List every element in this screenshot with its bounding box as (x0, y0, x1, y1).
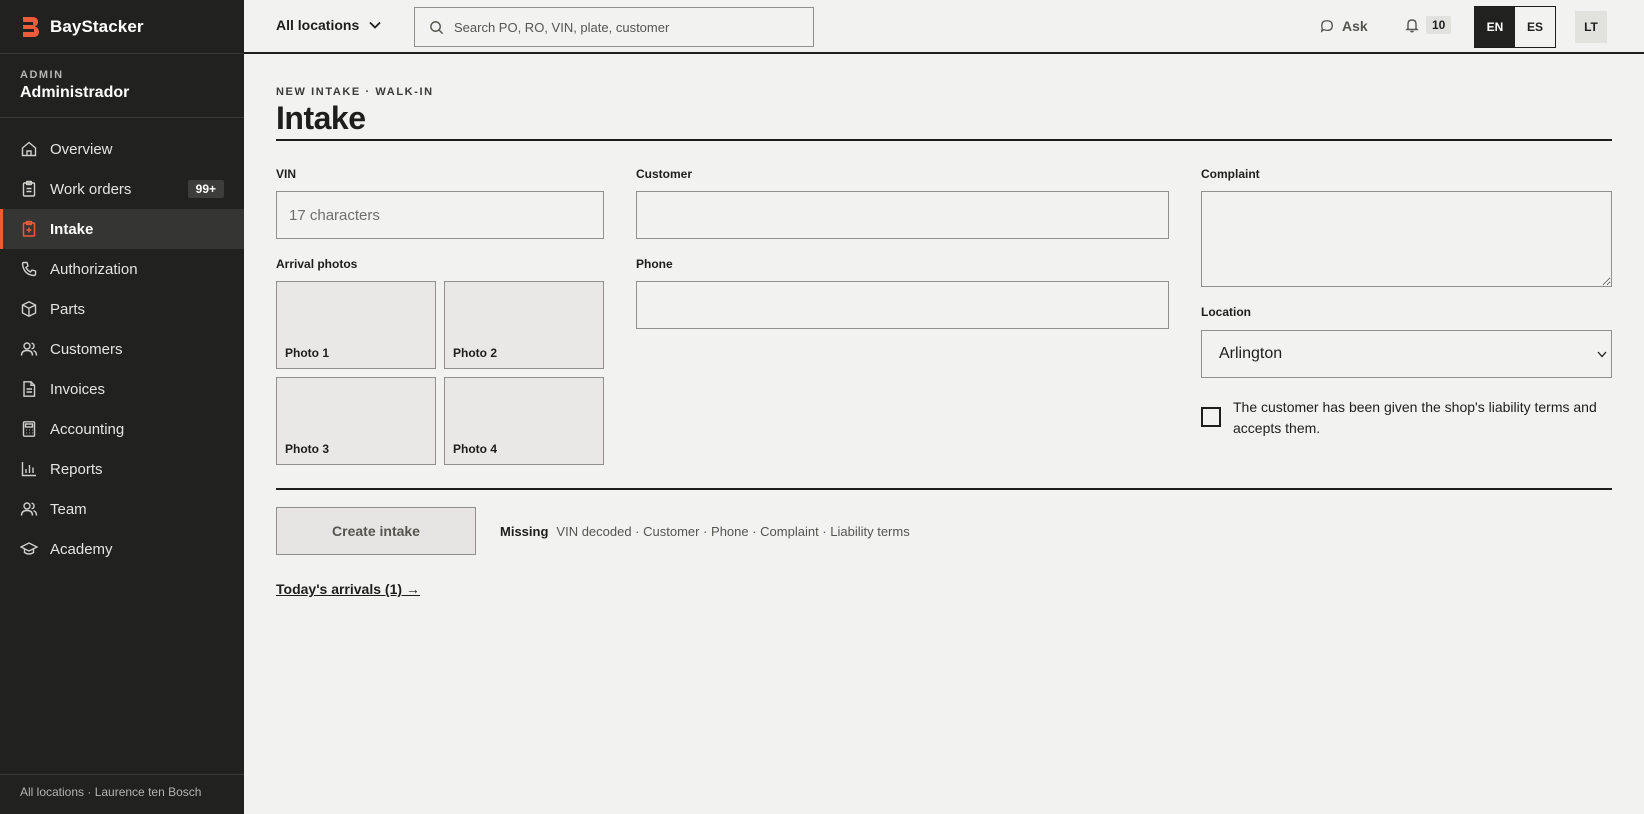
phone-input[interactable] (636, 281, 1169, 329)
ask-button[interactable]: Ask (1320, 18, 1368, 34)
sidebar-item-label: Reports (50, 460, 103, 478)
ask-label: Ask (1342, 18, 1368, 34)
sidebar-item-label: Overview (50, 140, 113, 158)
sidebar-item-accounting[interactable]: Accounting (0, 409, 244, 449)
customer-input[interactable] (636, 191, 1169, 239)
photo-slot-label: Photo 2 (453, 346, 497, 360)
brand[interactable]: BayStacker (0, 0, 244, 54)
search-icon (430, 20, 444, 34)
todays-arrivals-link[interactable]: Today's arrivals (1) → (276, 581, 420, 597)
location-selector[interactable]: All locations (276, 17, 381, 33)
chat-bubble-icon (1320, 20, 1333, 33)
calculator-icon (20, 420, 38, 438)
photo-slot-label: Photo 1 (285, 346, 329, 360)
language-es-button[interactable]: ES (1515, 7, 1555, 47)
sidebar-item-label: Team (50, 500, 87, 518)
sidebar-item-authorization[interactable]: Authorization (0, 249, 244, 289)
sidebar-item-customers[interactable]: Customers (0, 329, 244, 369)
bell-icon (1405, 19, 1419, 33)
sidebar-item-intake[interactable]: Intake (0, 209, 244, 249)
photo-slot-label: Photo 4 (453, 442, 497, 456)
vin-input[interactable] (276, 191, 604, 239)
bar-chart-icon (20, 460, 38, 478)
notifications-button[interactable]: 10 (1404, 16, 1452, 34)
sidebar-item-label: Work orders (50, 180, 132, 198)
role-label: ADMIN (20, 69, 64, 81)
location-select[interactable]: Arlington (1201, 330, 1612, 378)
phone-label: Phone (636, 257, 673, 271)
location-selector-label: All locations (276, 17, 360, 33)
complaint-textarea[interactable] (1201, 191, 1612, 287)
phone-icon (20, 260, 38, 278)
users-icon (20, 340, 38, 358)
customer-label: Customer (636, 167, 693, 181)
clipboard-plus-icon (20, 220, 38, 238)
page-title: Intake (276, 100, 366, 136)
sidebar-item-label: Parts (50, 300, 86, 318)
sidebar-item-label: Authorization (50, 260, 138, 278)
sidebar-item-academy[interactable]: Academy (0, 529, 244, 569)
sidebar-item-label: Intake (50, 220, 94, 238)
chevron-down-icon (1597, 351, 1607, 358)
role-name: Administrador (20, 84, 130, 101)
top-bar: All locations Ask 10 EN ES LT (244, 0, 1644, 54)
search-bar (414, 7, 814, 47)
chevron-down-icon (369, 21, 381, 29)
sidebar-item-label: Customers (50, 340, 123, 358)
sidebar-item-invoices[interactable]: Invoices (0, 369, 244, 409)
language-en-button[interactable]: EN (1475, 7, 1515, 47)
create-intake-button[interactable]: Create intake (276, 507, 476, 555)
liability-checkbox-label[interactable]: The customer has been given the shop's l… (1233, 397, 1603, 439)
sidebar-footer: All locations · Laurence ten Bosch (0, 774, 244, 814)
sidebar-item-overview[interactable]: Overview (0, 129, 244, 169)
box-icon (20, 300, 38, 318)
location-label: Location (1201, 305, 1251, 319)
complaint-label: Complaint (1201, 167, 1260, 181)
sidebar-item-label: Invoices (50, 380, 106, 398)
count-badge: 99+ (187, 180, 224, 198)
sidebar-nav: Overview Work orders 99+ Intake Authoriz… (0, 129, 244, 569)
sidebar-item-label: Accounting (50, 420, 125, 438)
photo-slot-2[interactable]: Photo 2 (444, 281, 604, 369)
baystacker-logo-icon (20, 16, 39, 37)
liability-checkbox[interactable] (1201, 407, 1221, 427)
sidebar-item-work-orders[interactable]: Work orders 99+ (0, 169, 244, 209)
photo-slot-1[interactable]: Photo 1 (276, 281, 436, 369)
role-block: ADMIN Administrador (20, 69, 129, 102)
title-divider (276, 139, 1612, 141)
photo-slot-4[interactable]: Photo 4 (444, 377, 604, 465)
sidebar-item-team[interactable]: Team (0, 489, 244, 529)
notification-count: 10 (1426, 16, 1452, 34)
section-divider (276, 488, 1612, 490)
sidebar: BayStacker ADMIN Administrador Overview … (0, 0, 244, 814)
sidebar-item-label: Academy (50, 540, 113, 558)
arrival-photos-label: Arrival photos (276, 257, 358, 271)
avatar[interactable]: LT (1575, 11, 1607, 43)
graduation-cap-icon (20, 540, 38, 558)
home-icon (20, 140, 38, 158)
missing-items: VIN decoded · Customer · Phone · Complai… (556, 524, 910, 539)
clipboard-icon (20, 180, 38, 198)
app-window: BayStacker ADMIN Administrador Overview … (0, 0, 1644, 814)
vin-label: VIN (276, 167, 297, 181)
photo-slot-3[interactable]: Photo 3 (276, 377, 436, 465)
brand-name: BayStacker (50, 16, 144, 36)
sidebar-item-parts[interactable]: Parts (0, 289, 244, 329)
users-icon (20, 500, 38, 518)
page-eyebrow: NEW INTAKE · WALK-IN (276, 86, 434, 98)
missing-label: Missing (500, 524, 549, 539)
photo-slot-label: Photo 3 (285, 442, 329, 456)
document-icon (20, 380, 38, 398)
language-switcher: EN ES (1474, 6, 1556, 48)
sidebar-item-reports[interactable]: Reports (0, 449, 244, 489)
search-input[interactable] (454, 19, 794, 35)
location-selected-value: Arlington (1219, 345, 1283, 362)
divider (0, 117, 244, 118)
missing-fields-summary: Missing VIN decoded · Customer · Phone ·… (500, 524, 910, 539)
